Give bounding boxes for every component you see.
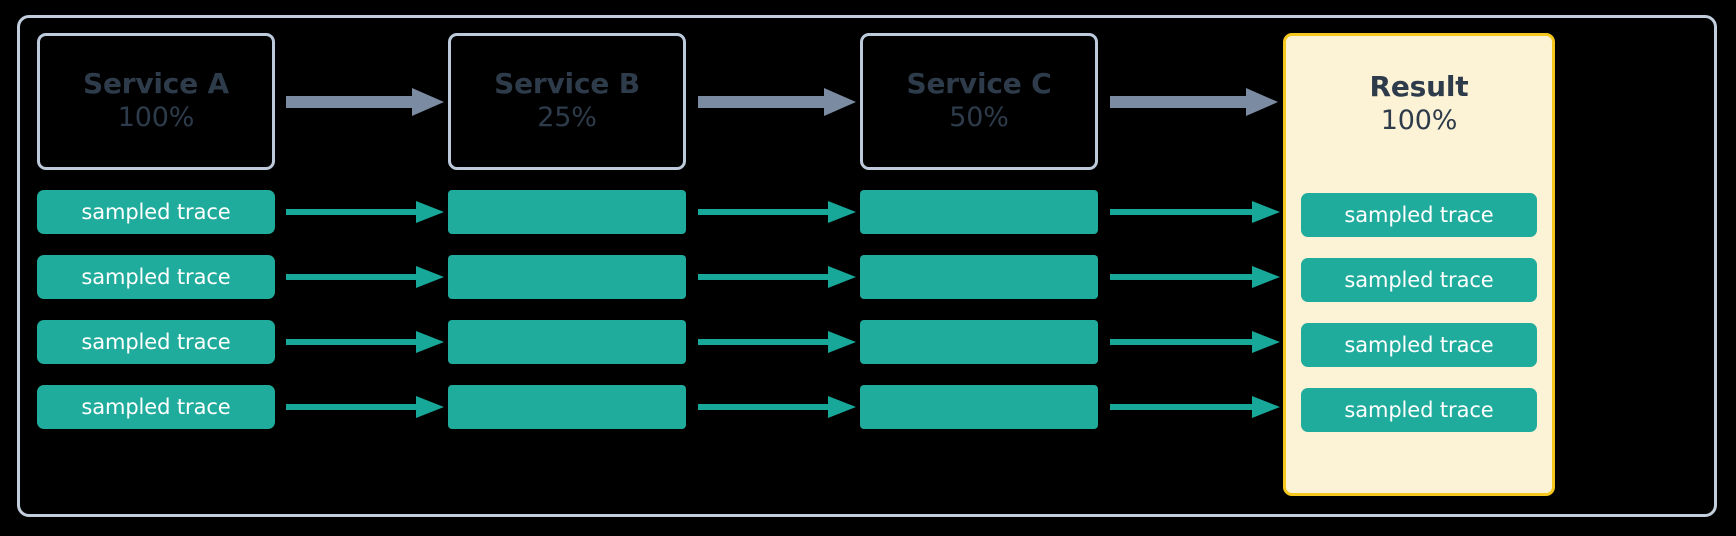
service-b-trace-bar-row4[interactable] bbox=[448, 385, 686, 429]
trace-arrow-row3-c-to-result-icon bbox=[1110, 331, 1280, 353]
result-name: Result bbox=[1369, 70, 1469, 104]
result-panel[interactable]: Result 100% sampled trace sampled trace … bbox=[1283, 33, 1555, 496]
service-b-percent: 25% bbox=[537, 102, 597, 134]
service-a-trace-bar-row2[interactable]: sampled trace bbox=[37, 255, 275, 299]
result-trace-label-row4: sampled trace bbox=[1344, 398, 1494, 422]
flow-arrow-a-to-b-icon bbox=[286, 88, 444, 116]
trace-arrow-row2-c-to-result-icon bbox=[1110, 266, 1280, 288]
service-box-a[interactable]: Service A 100% bbox=[37, 33, 275, 170]
result-trace-bar-row1[interactable]: sampled trace bbox=[1301, 193, 1537, 237]
result-trace-bar-row2[interactable]: sampled trace bbox=[1301, 258, 1537, 302]
service-c-percent: 50% bbox=[949, 102, 1009, 134]
service-b-trace-bar-row1[interactable] bbox=[448, 190, 686, 234]
flow-arrow-b-to-c-icon bbox=[698, 88, 856, 116]
trace-arrow-row2-a-to-b-icon bbox=[286, 266, 444, 288]
service-c-name: Service C bbox=[906, 67, 1052, 101]
trace-arrow-row1-a-to-b-icon bbox=[286, 201, 444, 223]
service-a-percent: 100% bbox=[117, 102, 195, 134]
result-trace-bar-row4[interactable]: sampled trace bbox=[1301, 388, 1537, 432]
result-trace-bar-row3[interactable]: sampled trace bbox=[1301, 323, 1537, 367]
service-a-trace-bar-row4[interactable]: sampled trace bbox=[37, 385, 275, 429]
service-a-trace-label-row4: sampled trace bbox=[81, 395, 231, 419]
service-a-name: Service A bbox=[82, 67, 230, 101]
service-a-trace-label-row1: sampled trace bbox=[81, 200, 231, 224]
flow-arrow-c-to-result-icon bbox=[1110, 88, 1278, 116]
trace-arrow-row1-c-to-result-icon bbox=[1110, 201, 1280, 223]
service-c-trace-bar-row2[interactable] bbox=[860, 255, 1098, 299]
result-trace-label-row1: sampled trace bbox=[1344, 203, 1494, 227]
service-c-trace-bar-row4[interactable] bbox=[860, 385, 1098, 429]
service-b-trace-bar-row2[interactable] bbox=[448, 255, 686, 299]
trace-arrow-row3-b-to-c-icon bbox=[698, 331, 856, 353]
service-b-name: Service B bbox=[494, 67, 640, 101]
trace-arrow-row4-b-to-c-icon bbox=[698, 396, 856, 418]
service-a-trace-bar-row1[interactable]: sampled trace bbox=[37, 190, 275, 234]
service-b-trace-bar-row3[interactable] bbox=[448, 320, 686, 364]
result-trace-label-row2: sampled trace bbox=[1344, 268, 1494, 292]
service-a-trace-label-row3: sampled trace bbox=[81, 330, 231, 354]
service-a-trace-label-row2: sampled trace bbox=[81, 265, 231, 289]
trace-arrow-row4-c-to-result-icon bbox=[1110, 396, 1280, 418]
service-c-trace-bar-row1[interactable] bbox=[860, 190, 1098, 234]
trace-arrow-row1-b-to-c-icon bbox=[698, 201, 856, 223]
service-box-b[interactable]: Service B 25% bbox=[448, 33, 686, 170]
trace-arrow-row4-a-to-b-icon bbox=[286, 396, 444, 418]
trace-arrow-row3-a-to-b-icon bbox=[286, 331, 444, 353]
service-c-trace-bar-row3[interactable] bbox=[860, 320, 1098, 364]
result-trace-label-row3: sampled trace bbox=[1344, 333, 1494, 357]
service-a-trace-bar-row3[interactable]: sampled trace bbox=[37, 320, 275, 364]
result-header: Result 100% bbox=[1286, 36, 1552, 173]
result-percent: 100% bbox=[1380, 105, 1458, 137]
service-box-c[interactable]: Service C 50% bbox=[860, 33, 1098, 170]
diagram-canvas: Service A 100% Service B 25% Service C 5… bbox=[0, 0, 1736, 536]
trace-arrow-row2-b-to-c-icon bbox=[698, 266, 856, 288]
